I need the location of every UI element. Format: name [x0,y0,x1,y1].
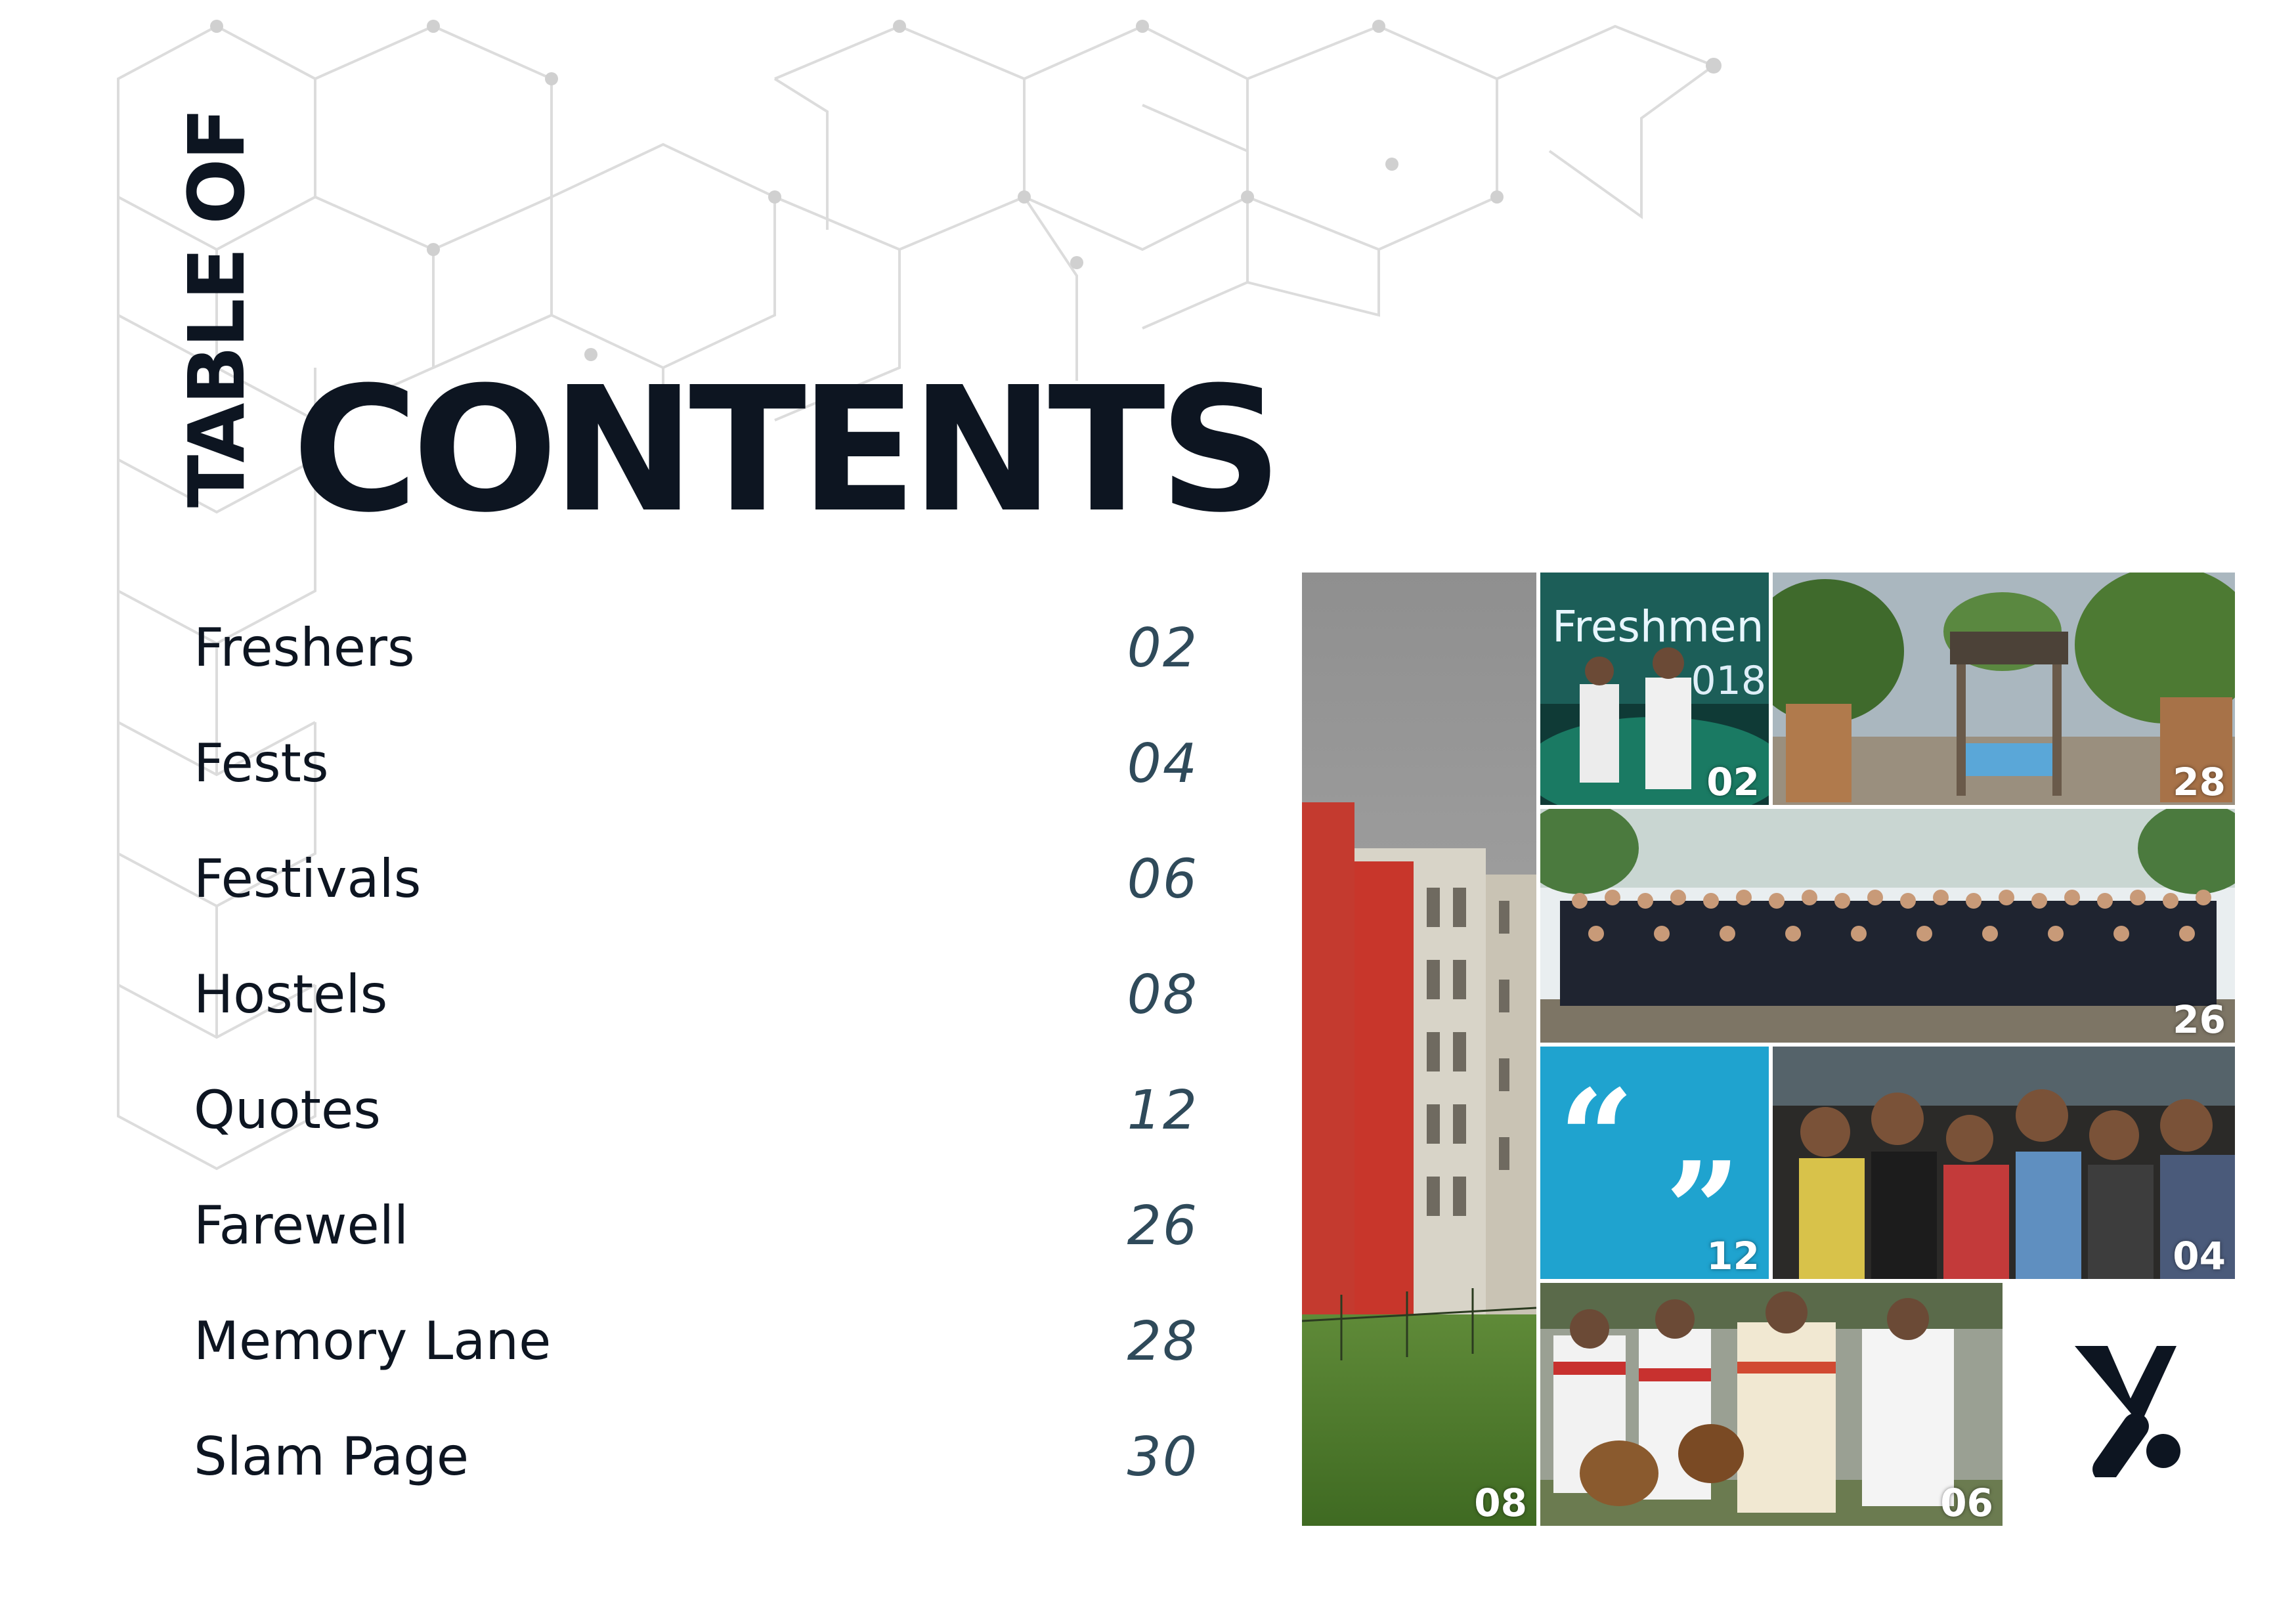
campus-gate-image [1773,573,2235,805]
tile-page-number: 08 [1474,1481,1527,1525]
toc-item-hostels[interactable]: Hostels 08 [194,951,1198,1066]
toc-item-page: 08 [1127,964,1198,1026]
toc-item-freshers[interactable]: Freshers 02 [194,604,1198,720]
toc-item-memory-lane[interactable]: Memory Lane 28 [194,1297,1198,1413]
toc-item-label: Fests [194,733,329,794]
page-title: CONTENTS [292,350,1283,550]
toc-item-slam-page[interactable]: Slam Page 30 [194,1413,1198,1528]
tile-page-number: 06 [1940,1481,1993,1525]
toc-item-page: 30 [1127,1426,1198,1488]
toc-item-page: 28 [1127,1310,1198,1373]
toc-item-farewell[interactable]: Farewell 26 [194,1182,1198,1297]
fests-crowd-image [1773,1047,2235,1279]
tile-page-number: 26 [2173,997,2226,1042]
tile-memory-lane[interactable]: 28 [1773,573,2235,805]
toc-item-label: Slam Page [194,1426,469,1487]
tile-page-number: 04 [2173,1234,2226,1278]
freshmen-sign-text: Freshmen [1552,601,1764,652]
tile-farewell[interactable]: 26 [1540,809,2235,1043]
toc-item-page: 26 [1127,1195,1198,1257]
tile-festivals[interactable]: 06 [1540,1283,2003,1526]
toc-item-label: Memory Lane [194,1310,552,1372]
toc-item-festivals[interactable]: Festivals 06 [194,835,1198,951]
toc-item-page: 02 [1127,617,1198,680]
tile-quotes[interactable]: “ ” 12 [1540,1047,1769,1279]
toc-list: Freshers 02 Fests 04 Festivals 06 Hostel… [194,604,1198,1528]
title-table-of-text: TABLE OF [171,109,262,508]
festivals-celebration-image [1540,1283,2003,1526]
toc-item-quotes[interactable]: Quotes 12 [194,1066,1198,1182]
freshmen-year-text: 018 [1691,658,1766,704]
toc-item-page: 06 [1127,848,1198,911]
toc-item-label: Quotes [194,1079,381,1140]
tile-page-number: 12 [1706,1234,1760,1278]
title-table-of: TABLE OF [171,92,262,525]
open-quote-icon: “ [1559,1061,1635,1215]
toc-item-label: Festivals [194,848,422,909]
tile-freshers[interactable]: Freshmen 018 02 [1540,573,1769,805]
tile-hostels[interactable]: 08 [1302,573,1536,1526]
toc-item-label: Hostels [194,964,388,1025]
tile-page-number: 02 [1706,760,1760,804]
toc-item-page: 12 [1127,1079,1198,1142]
toc-item-fests[interactable]: Fests 04 [194,720,1198,835]
tile-page-number: 28 [2173,760,2226,804]
toc-item-label: Farewell [194,1195,409,1256]
toc-item-label: Freshers [194,617,415,678]
farewell-group-photo-image [1540,809,2235,1043]
toc-item-page: 04 [1127,733,1198,795]
hostel-building-image [1302,573,1536,1526]
tile-fests[interactable]: 04 [1773,1047,2235,1279]
brand-logo-icon [2075,1346,2180,1477]
